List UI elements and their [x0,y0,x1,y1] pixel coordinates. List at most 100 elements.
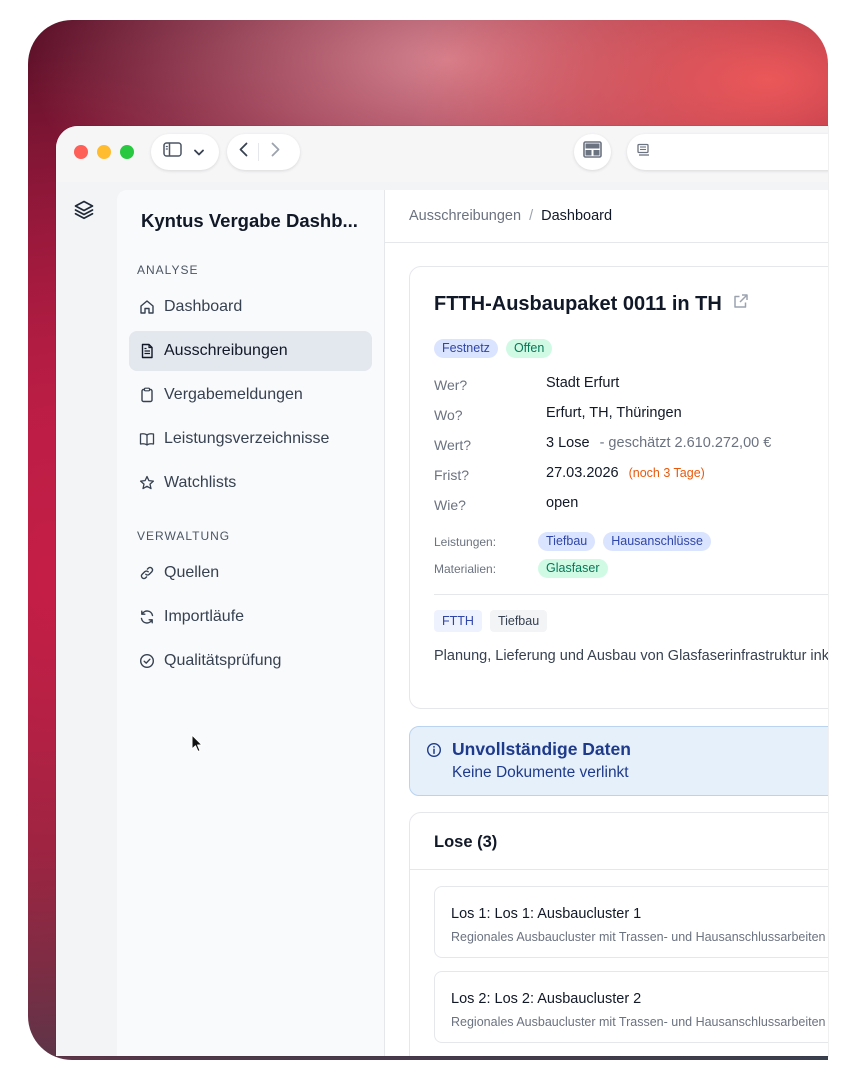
layout-icon [583,141,602,163]
star-icon [139,475,155,491]
breadcrumb: Ausschreibungen / Dashboard [409,208,612,224]
breadcrumb-parent-link[interactable]: Ausschreibungen [409,208,521,224]
field-label: Wo? [434,407,463,423]
field-wo: Wo? Erfurt, TH, Thüringen [434,405,682,423]
tender-detail-card: FTTH-Ausbaupaket 0011 in TH Festnetz Off… [409,266,828,709]
lose-card: Lose (3) Los 1: Los 1: Ausbaucluster 1 R… [409,812,828,1056]
lose-divider [410,869,828,870]
field-label: Wie? [434,497,466,513]
info-icon [426,742,442,763]
status-badges: Festnetz Offen [434,339,553,358]
clipboard-icon [139,387,155,403]
tag: Tiefbau [489,610,548,632]
los-description: Regionales Ausbaucluster mit Trassen- un… [451,1015,826,1029]
sidebar-item-dashboard[interactable]: Dashboard [129,287,372,327]
field-value: open [546,495,579,511]
category-badge: Festnetz [434,339,498,358]
close-window-button[interactable] [74,145,88,159]
tender-title: FTTH-Ausbaupaket 0011 in TH [434,293,749,316]
sidebar-item-quellen[interactable]: Quellen [129,553,372,593]
status-badge: Offen [505,339,553,358]
tender-title-text: FTTH-Ausbaupaket 0011 in TH [434,293,722,315]
address-bar[interactable] [627,134,828,170]
field-wie: Wie? open [434,495,578,513]
deadline-date: 27.03.2026 [546,465,619,481]
sidebar-item-vergabemeldungen[interactable]: Vergabemeldungen [129,375,372,415]
navigation-buttons [227,134,300,170]
field-value: Erfurt, TH, Thüringen [546,405,682,421]
alert-title: Unvollständige Daten [452,739,631,759]
field-value: 3 Lose - geschätzt 2.610.272,00 € [546,435,771,453]
leistung-chip: Tiefbau [538,532,596,551]
sidebar-item-label: Qualitätsprüfung [164,652,282,669]
sidebar-item-label: Vergabemeldungen [164,386,303,403]
icon-rail [56,182,117,1056]
app-title: Kyntus Vergabe Dashb... [141,210,358,231]
los-title: Los 1: Los 1: Ausbaucluster 1 [451,906,642,922]
leistungen-label: Leistungen: [434,534,497,549]
tag: FTTH [434,610,482,632]
home-icon [139,299,155,315]
los-description: Regionales Ausbaucluster mit Trassen- un… [451,930,826,944]
lose-count: 3 Lose [546,435,590,451]
sidebar-icon [163,142,182,162]
browser-window: Kyntus Vergabe Dashb... ANALYSE Dashboar… [56,126,828,1056]
tender-description: Planung, Lieferung und Ausbau von Glasfa… [434,648,828,664]
check-circle-icon [139,653,155,669]
field-label: Wert? [434,437,472,453]
external-link-icon[interactable] [732,293,749,316]
maximize-window-button[interactable] [120,145,134,159]
sidebar-item-qualitaetspruefung[interactable]: Qualitätsprüfung [129,641,372,681]
sidebar: Kyntus Vergabe Dashb... ANALYSE Dashboar… [117,190,385,1056]
field-label: Wer? [434,377,468,393]
leistung-chip: Hausanschlüsse [603,532,711,551]
sidebar-item-importlaeufe[interactable]: Importläufe [129,597,372,637]
sidebar-item-watchlists[interactable]: Watchlists [129,463,372,503]
section-label-verwaltung: VERWALTUNG [137,529,231,543]
chevron-down-icon [194,143,204,161]
sidebar-item-label: Importläufe [164,608,245,625]
breadcrumb-current: Dashboard [541,208,613,224]
list-item[interactable]: Los 2: Los 2: Ausbaucluster 2 Regionales… [434,971,828,1043]
field-value: 27.03.2026 (noch 3 Tage) [546,465,705,483]
material-chip: Glasfaser [538,559,608,578]
header-divider [385,242,828,243]
tab-layout-button[interactable] [574,134,611,170]
back-icon[interactable] [239,142,248,162]
link-icon [139,565,155,581]
sidebar-item-ausschreibungen[interactable]: Ausschreibungen [129,331,372,371]
field-wer: Wer? Stadt Erfurt [434,375,619,393]
field-label: Frist? [434,467,469,483]
deadline-remaining: (noch 3 Tage) [628,466,705,480]
estimated-value: - geschätzt 2.610.272,00 € [599,435,772,451]
sidebar-item-label: Ausschreibungen [164,342,288,359]
sidebar-item-label: Quellen [164,564,220,581]
materialien-label: Materialien: [434,561,497,576]
sidebar-item-label: Leistungsverzeichnisse [164,430,330,447]
section-divider [434,594,828,595]
sidebar-item-leistungsverzeichnisse[interactable]: Leistungsverzeichnisse [129,419,372,459]
refresh-icon [139,609,155,625]
leistungen-row: Leistungen: Tiefbau Hausanschlüsse [434,532,719,551]
field-frist: Frist? 27.03.2026 (noch 3 Tage) [434,465,705,483]
reader-icon[interactable] [637,143,651,162]
sidebar-toggle-button[interactable] [151,134,219,170]
main-content: Ausschreibungen / Dashboard FTTH-Ausbaup… [385,190,828,1056]
alert-text: Keine Dokumente verlinkt [452,764,629,781]
document-icon [139,343,155,359]
section-label-analyse: ANALYSE [137,263,199,277]
minimize-window-button[interactable] [97,145,111,159]
nav-divider [258,143,259,161]
sidebar-item-label: Watchlists [164,474,237,491]
field-wert: Wert? 3 Lose - geschätzt 2.610.272,00 € [434,435,771,453]
book-icon [139,431,155,447]
list-item[interactable]: Los 1: Los 1: Ausbaucluster 1 Regionales… [434,886,828,958]
lose-title: Lose (3) [434,833,498,851]
field-value: Stadt Erfurt [546,375,620,391]
forward-icon[interactable] [271,142,280,162]
sidebar-item-label: Dashboard [164,298,243,315]
materialien-row: Materialien: Glasfaser [434,559,616,578]
title-bar [56,126,828,182]
incomplete-data-alert: Unvollständige Daten Keine Dokumente ver… [409,726,828,796]
layers-icon[interactable] [73,199,95,226]
